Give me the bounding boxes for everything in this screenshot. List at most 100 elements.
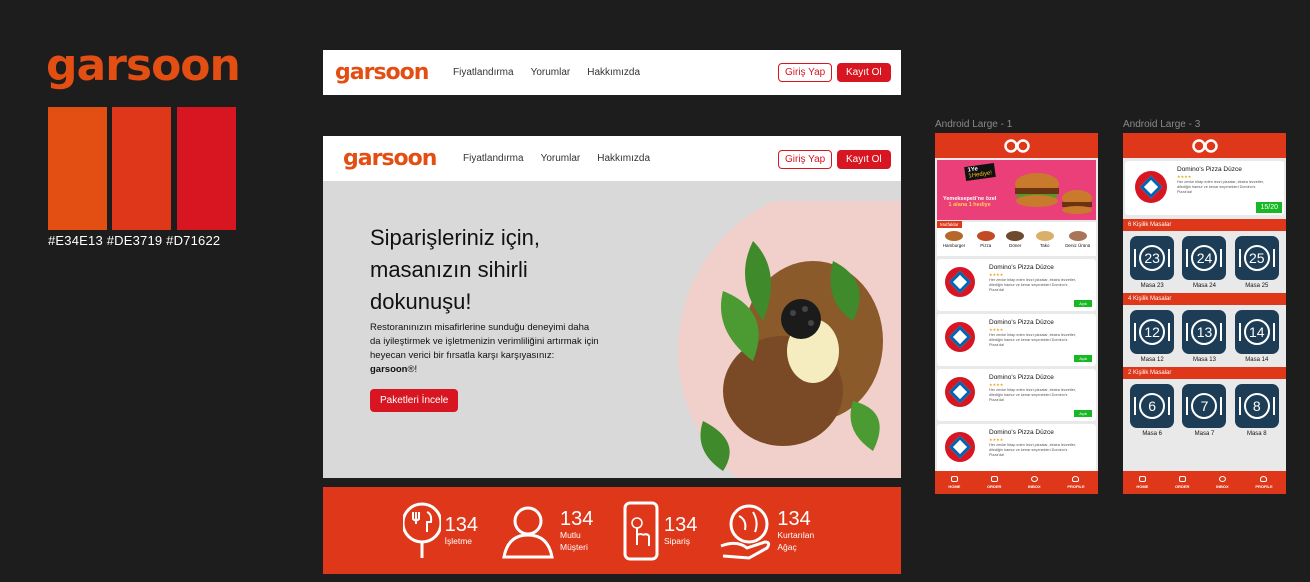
home-icon bbox=[950, 476, 958, 482]
nav-order[interactable]: ORDER bbox=[1175, 476, 1189, 489]
palette-labels: #E34E13 #DE3719 #D71622 bbox=[48, 233, 220, 248]
restaurant-desc: Her zevke hitap eden lezzi pizzalar, eks… bbox=[989, 333, 1076, 347]
nav-label: PROFILE bbox=[1067, 484, 1085, 489]
color-swatch-2 bbox=[112, 107, 171, 230]
bottom-navigation: HOME ORDER INBOX PROFILE bbox=[1123, 471, 1286, 494]
table-name: Masa 23 bbox=[1140, 283, 1164, 289]
table-6[interactable]: 6 Masa 6 bbox=[1130, 384, 1175, 437]
nav-link-about[interactable]: Hakkımızda bbox=[587, 67, 640, 78]
restaurant-card[interactable]: Domino's Pizza Düzce ★★★★ Her zevke hitap … bbox=[937, 314, 1096, 366]
phone-tap-icon bbox=[623, 501, 659, 560]
nav-inbox[interactable]: INBOX bbox=[1028, 476, 1041, 489]
table-25[interactable]: 25 Masa 25 bbox=[1234, 236, 1279, 289]
nav-link-about[interactable]: Hakkımızda bbox=[597, 153, 650, 164]
eco-hand-icon bbox=[720, 504, 771, 560]
table-row: 6 Masa 6 7 Masa 7 8 Masa 8 bbox=[1123, 379, 1286, 437]
table-name: Masa 25 bbox=[1245, 283, 1269, 289]
navbar-logo[interactable]: garsoon bbox=[335, 60, 453, 85]
nav-order[interactable]: ORDER bbox=[987, 476, 1001, 489]
stat-number: 134 bbox=[560, 507, 594, 530]
nav-home[interactable]: HOME bbox=[1136, 476, 1148, 489]
banner-text-2: 1 alana 1 hediye bbox=[948, 202, 991, 208]
section-title: 2 Kişilik Masalar bbox=[1123, 367, 1286, 379]
category-doner[interactable]: Döner bbox=[1006, 231, 1025, 248]
phone-frame-title: Android Large - 3 bbox=[1123, 119, 1201, 130]
table-name: Masa 6 bbox=[1142, 431, 1162, 437]
hero-body-text: Restoranınızın misafirlerine sunduğu den… bbox=[370, 322, 599, 361]
login-button[interactable]: Giriş Yap bbox=[778, 150, 833, 169]
navbar-logo[interactable]: garsoon bbox=[343, 146, 463, 171]
restaurant-name: Domino's Pizza Düzce bbox=[989, 264, 1054, 271]
restaurant-card[interactable]: Domino's Pizza Düzce ★★★★ Her zevke hitap … bbox=[937, 259, 1096, 311]
color-swatch-3 bbox=[177, 107, 236, 230]
chat-icon bbox=[1030, 476, 1038, 482]
table-23[interactable]: 23 Masa 23 bbox=[1130, 236, 1175, 289]
nav-link-reviews[interactable]: Yorumlar bbox=[541, 153, 581, 164]
restaurant-card[interactable]: Domino's Pizza Düzce ★★★★ Her zevke hitap … bbox=[937, 424, 1096, 476]
table-13[interactable]: 13 Masa 13 bbox=[1182, 310, 1227, 363]
stat-businesses: 134 İşletme bbox=[402, 501, 478, 560]
table-number: 25 bbox=[1243, 245, 1270, 271]
bottom-navigation: HOME ORDER INBOX PROFILE bbox=[935, 471, 1098, 494]
restaurant-name: Domino's Pizza Düzce bbox=[989, 429, 1054, 436]
phone-tables-screen: Domino's Pizza Düzce ★★★★ Her zevke hita… bbox=[1123, 133, 1286, 494]
packages-button[interactable]: Paketleri İncele bbox=[370, 389, 459, 412]
nav-link-pricing[interactable]: Fiyatlandırma bbox=[463, 153, 524, 164]
nav-home[interactable]: HOME bbox=[948, 476, 960, 489]
stat-orders: 134 Sipariş bbox=[622, 501, 697, 561]
nav-label: PROFILE bbox=[1255, 484, 1273, 489]
category-seafood[interactable]: Deniz Ürünü bbox=[1065, 231, 1090, 248]
table-14[interactable]: 14 Masa 14 bbox=[1234, 310, 1279, 363]
nav-inbox[interactable]: INBOX bbox=[1216, 476, 1229, 489]
nav-profile[interactable]: PROFILE bbox=[1255, 476, 1273, 489]
nav-link-pricing[interactable]: Fiyatlandırma bbox=[453, 67, 514, 78]
restaurant-desc: Her zevke hitap eden lezzi pizzalar, eks… bbox=[1177, 180, 1264, 194]
burger-image bbox=[1015, 173, 1092, 214]
stat-customers: 134 Mutlu Müşteri bbox=[500, 503, 600, 559]
color-swatch-1 bbox=[48, 107, 107, 230]
nav-label: INBOX bbox=[1028, 484, 1041, 489]
category-hamburger[interactable]: Hamburger bbox=[943, 231, 965, 248]
table-row: 23 Masa 23 24 Masa 24 25 Masa 25 bbox=[1123, 231, 1286, 289]
restaurant-desc: Her zevke hitap eden lezzi pizzalar, eks… bbox=[989, 278, 1076, 292]
table-12[interactable]: 12 Masa 12 bbox=[1130, 310, 1175, 363]
signup-button[interactable]: Kayıt Ol bbox=[837, 150, 891, 169]
restaurant-name: Domino's Pizza Düzce bbox=[989, 374, 1054, 381]
table-row: 12 Masa 12 13 Masa 13 14 Masa 14 bbox=[1123, 305, 1286, 363]
stat-number: 134 bbox=[444, 513, 478, 536]
restaurant-desc: Her zevke hitap eden lezzi pizzalar, eks… bbox=[989, 443, 1076, 457]
table-number: 24 bbox=[1191, 245, 1218, 271]
rating-stars: ★★★★ bbox=[989, 272, 1004, 277]
dominos-logo-icon bbox=[945, 267, 975, 297]
app-logo-icon bbox=[1191, 138, 1218, 153]
table-name: Masa 24 bbox=[1192, 283, 1216, 289]
stats-bar: 134 İşletme 134 Mutlu Müşteri 134 Sipariş 1… bbox=[323, 487, 901, 574]
promo-banner[interactable]: 1Ye 1Hediye! Yemeksepeti'ne özel 1 alana 1… bbox=[937, 160, 1096, 220]
category-taco[interactable]: Tako bbox=[1035, 231, 1054, 248]
landing-navbar: garsoon Fiyatlandırma Yorumlar Hakkımızd… bbox=[323, 136, 901, 181]
login-button[interactable]: Giriş Yap bbox=[778, 63, 833, 82]
table-24[interactable]: 24 Masa 24 bbox=[1182, 236, 1227, 289]
table-7[interactable]: 7 Masa 7 bbox=[1182, 384, 1227, 437]
stat-number: 134 bbox=[664, 513, 698, 536]
color-hex-1: #E34E13 bbox=[48, 233, 103, 248]
nav-label: HOME bbox=[1136, 484, 1149, 489]
table-number: 23 bbox=[1139, 245, 1166, 271]
cuisine-section: Mutfaklar Hamburger Pizza Döner Tako Den… bbox=[937, 221, 1096, 256]
profile-icon bbox=[1072, 476, 1080, 482]
restaurant-card[interactable]: Domino's Pizza Düzce ★★★★ Her zevke hitap … bbox=[937, 369, 1096, 421]
restaurant-desc: Her zevke hitap eden lezzi pizzalar, eks… bbox=[989, 388, 1076, 402]
nav-profile[interactable]: PROFILE bbox=[1067, 476, 1085, 489]
table-8[interactable]: 8 Masa 8 bbox=[1234, 384, 1279, 437]
category-pizza[interactable]: Pizza bbox=[976, 231, 995, 248]
hero-food-image bbox=[678, 201, 901, 478]
stat-label: Sipariş bbox=[664, 535, 690, 546]
stat-label: Mutlu Müşteri bbox=[560, 529, 588, 552]
section-title: 6 Kişilik Masalar bbox=[1123, 219, 1286, 231]
home-icon bbox=[1138, 476, 1146, 482]
dominos-logo-icon bbox=[945, 377, 975, 407]
nav-label: HOME bbox=[948, 484, 961, 489]
signup-button[interactable]: Kayıt Ol bbox=[837, 63, 891, 82]
nav-link-reviews[interactable]: Yorumlar bbox=[531, 67, 571, 78]
table-number: 12 bbox=[1139, 319, 1166, 345]
